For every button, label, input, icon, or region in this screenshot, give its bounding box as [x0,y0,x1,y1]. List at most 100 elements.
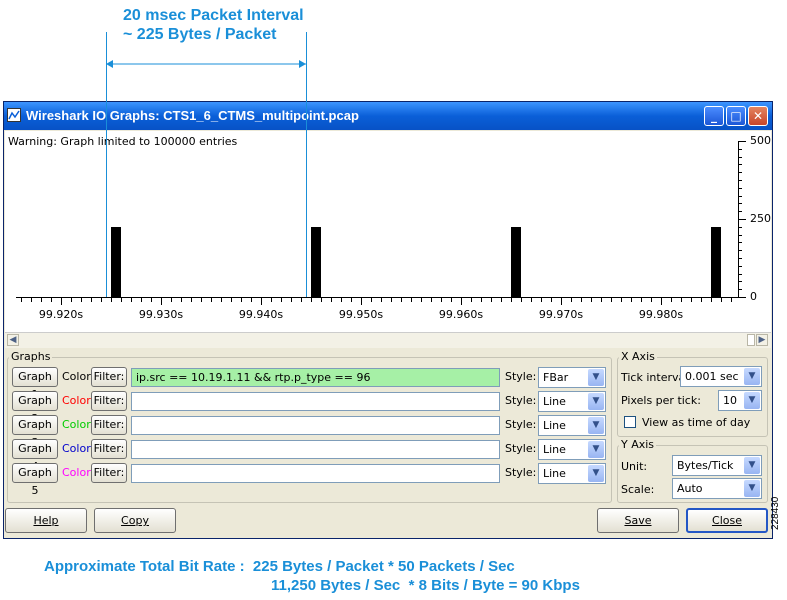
x-minor-tick [431,297,432,302]
unit-select[interactable]: Bytes/Tick ▼ [672,455,762,476]
interval-arrow [106,60,306,68]
scroll-left-icon[interactable]: ◀ [7,334,19,346]
close-button[interactable]: Close [686,508,768,533]
graph-style-select[interactable]: Line ▼ [538,439,606,460]
maximize-button[interactable]: □ [726,106,746,126]
x-minor-tick [601,297,602,302]
pixels-per-tick-select[interactable]: 10 ▼ [718,390,762,411]
x-minor-tick [131,297,132,302]
interval-annotation-line2: ~ 225 Bytes / Packet [123,26,277,43]
x-tick-label: 99.980s [638,308,684,321]
minimize-button[interactable]: _ [704,106,724,126]
save-button-label: Save [624,514,652,527]
close-window-button[interactable]: ✕ [748,106,768,126]
x-minor-tick [531,297,532,302]
graph-filter-button[interactable]: Filter: [91,463,127,483]
style-label: Style: [505,370,537,383]
x-minor-tick [41,297,42,302]
graph-filter-button[interactable]: Filter: [91,439,127,459]
x-tick-label: 99.970s [538,308,584,321]
x-minor-tick [311,297,312,302]
time-of-day-checkbox[interactable] [624,416,636,428]
x-minor-tick [701,297,702,302]
scroll-thumb[interactable] [747,334,755,346]
y-minor-tick [738,265,742,267]
chevron-down-icon: ▼ [588,417,604,434]
copy-button[interactable]: Copy [94,508,176,533]
graph-style-select[interactable]: FBar ▼ [538,367,606,388]
tick-interval-select[interactable]: 0.001 sec ▼ [680,366,762,387]
graph-color-label[interactable]: Color [62,466,91,479]
wireshark-graph-icon [7,108,21,122]
chevron-down-icon: ▼ [744,392,760,409]
x-tick-label: 99.960s [438,308,484,321]
x-minor-tick [141,297,142,302]
x-minor-tick [341,297,342,302]
x-major-tick [161,297,162,305]
x-tick-label: 99.920s [38,308,84,321]
y-minor-tick [738,164,742,166]
graph-filter-input[interactable] [131,416,500,435]
graph-style-select[interactable]: Line ▼ [538,463,606,484]
x-minor-tick [511,297,512,302]
x-minor-tick [351,297,352,302]
graph-style-value: FBar [543,371,569,384]
x-minor-tick [241,297,242,302]
graph-color-label[interactable]: Color [62,418,91,431]
graph-toggle-button[interactable]: Graph 3 [12,415,58,449]
y-minor-tick [738,203,742,205]
scale-select[interactable]: Auto ▼ [672,478,762,499]
y-minor-tick [738,250,742,252]
scroll-right-icon[interactable]: ▶ [756,334,768,346]
graph-toggle-button[interactable]: Graph 5 [12,463,58,497]
graph-toggle-button[interactable]: Graph 1 [12,367,58,401]
graphs-group-title: Graphs [9,350,53,363]
help-button-label: Help [33,514,59,527]
interval-marker-left [106,32,107,297]
graph-toggle-button[interactable]: Graph 2 [12,391,58,425]
x-minor-tick [471,297,472,302]
x-minor-tick [611,297,612,302]
chevron-down-icon: ▼ [744,457,760,474]
x-minor-tick [181,297,182,302]
tick-interval-value: 0.001 sec [685,370,739,383]
graph-style-select[interactable]: Line ▼ [538,415,606,436]
x-minor-tick [191,297,192,302]
graph-toggle-button[interactable]: Graph 4 [12,439,58,473]
graph-filter-input[interactable] [131,392,500,411]
graph-filter-button[interactable]: Filter: [91,415,127,435]
graph-filter-input[interactable] [131,440,500,459]
graph-filter-button[interactable]: Filter: [91,391,127,411]
x-major-tick [561,297,562,305]
graph-filter-button[interactable]: Filter: [91,367,127,387]
x-minor-tick [451,297,452,302]
y-tick [738,297,746,298]
x-minor-tick [151,297,152,302]
x-minor-tick [411,297,412,302]
graph-filter-input[interactable]: ip.src == 10.19.1.11 && rtp.p_type == 96 [131,368,500,387]
graph-filter-input[interactable] [131,464,500,483]
graph-color-label[interactable]: Color [62,394,91,407]
x-minor-tick [291,297,292,302]
x-minor-tick [121,297,122,302]
save-button[interactable]: Save [597,508,679,533]
x-minor-tick [441,297,442,302]
y-minor-tick [738,180,742,181]
horizontal-scrollbar[interactable]: ◀ ▶ [5,332,771,348]
plot-marks: 99.920s 99.930s 99.940s 99.950s 99.960s 99.97… [5,131,771,332]
graph-color-label[interactable]: Color [62,442,91,455]
x-major-tick [461,297,462,305]
x-minor-tick [641,297,642,302]
y-minor-tick [738,226,742,228]
chevron-down-icon: ▼ [588,393,604,410]
help-button[interactable]: Help [5,508,87,533]
close-button-label: Close [712,514,742,527]
x-minor-tick [211,297,212,302]
y-minor-tick [738,156,742,158]
graph-style-select[interactable]: Line ▼ [538,391,606,412]
x-minor-tick [171,297,172,302]
graph-color-label[interactable]: Color [62,370,91,383]
x-minor-tick [281,297,282,302]
x-minor-tick [21,297,22,302]
x-minor-tick [711,297,712,302]
